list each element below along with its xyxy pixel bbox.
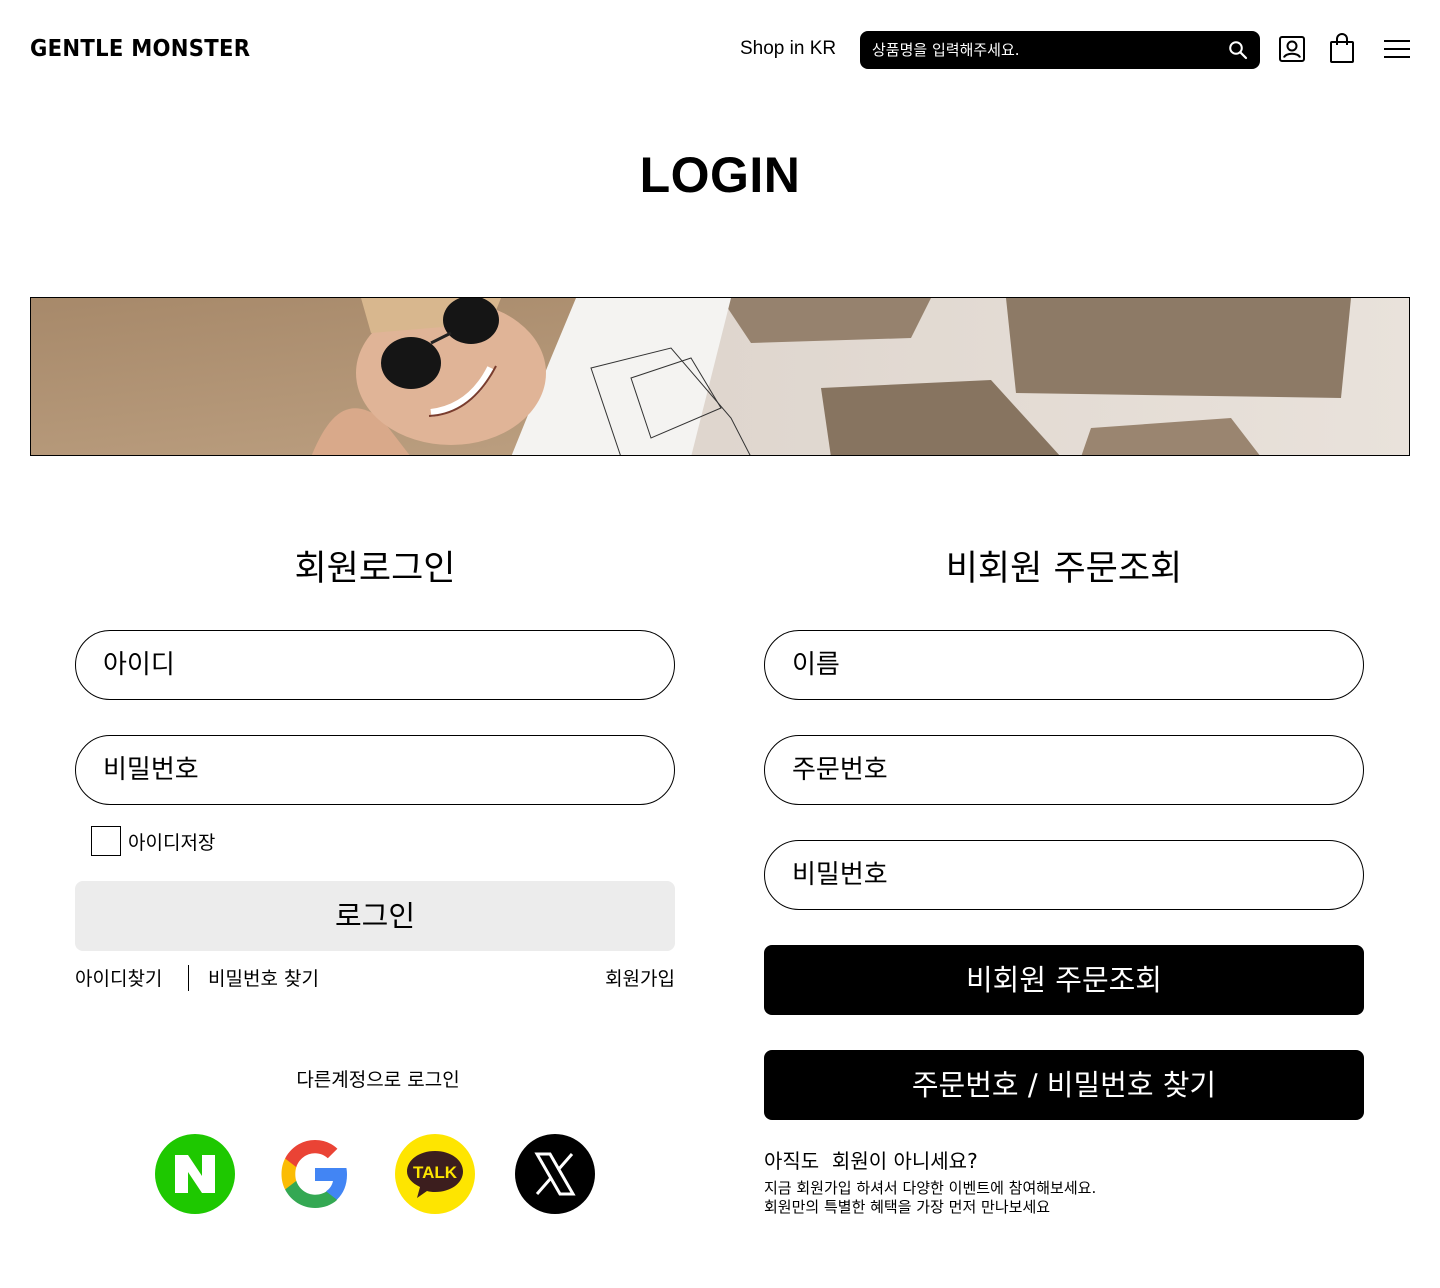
kakao-talk-icon: TALK <box>407 1151 463 1198</box>
member-login-title: 회원로그인 <box>294 549 456 589</box>
find-password-link[interactable]: 비밀번호 찾기 <box>208 964 319 991</box>
google-login-button[interactable] <box>275 1134 355 1214</box>
naver-login-button[interactable] <box>155 1134 235 1214</box>
shop-region-link[interactable]: Shop in KR <box>740 38 836 60</box>
signup-link[interactable]: 회원가입 <box>605 964 675 991</box>
name-field[interactable] <box>764 630 1364 700</box>
guest-order-title: 비회원 주문조회 <box>945 549 1183 589</box>
find-id-link[interactable]: 아이디찾기 <box>75 964 162 991</box>
search-icon[interactable] <box>1228 40 1248 60</box>
x-login-button[interactable] <box>515 1134 595 1214</box>
order-number-field[interactable] <box>764 735 1364 805</box>
signup-prompt: 아직도 회원이 아니세요? <box>764 1149 978 1173</box>
hamburger-menu-icon[interactable] <box>1382 34 1412 64</box>
other-login-label: 다른계정으로 로그인 <box>296 1069 460 1091</box>
search-input[interactable] <box>872 31 1212 69</box>
link-divider <box>188 965 189 991</box>
password-field[interactable] <box>75 735 675 805</box>
x-icon <box>534 1152 576 1196</box>
remember-id-label: 아이디저장 <box>128 832 216 854</box>
signup-promo-line2: 회원만의 특별한 혜택을 가장 먼저 만나보세요 <box>764 1198 1051 1216</box>
google-icon <box>281 1140 347 1208</box>
search-bar[interactable] <box>860 31 1260 69</box>
id-input[interactable] <box>103 631 643 699</box>
guest-password-field[interactable] <box>764 840 1364 910</box>
shopping-bag-icon[interactable] <box>1327 33 1357 63</box>
brand-logo[interactable]: GENTLE MONSTER <box>30 36 250 62</box>
user-icon[interactable] <box>1277 34 1307 64</box>
naver-icon <box>175 1155 215 1193</box>
banner-photo <box>31 298 1409 455</box>
guest-password-input[interactable] <box>792 841 1332 909</box>
svg-text:TALK: TALK <box>413 1163 458 1182</box>
find-order-password-button[interactable]: 주문번호 / 비밀번호 찾기 <box>764 1050 1364 1120</box>
account-links: 아이디찾기 비밀번호 찾기 회원가입 <box>75 964 675 992</box>
id-field[interactable] <box>75 630 675 700</box>
login-button[interactable]: 로그인 <box>75 881 675 951</box>
order-number-input[interactable] <box>792 736 1332 804</box>
password-input[interactable] <box>103 736 643 804</box>
banner-image <box>30 297 1410 456</box>
name-input[interactable] <box>792 631 1332 699</box>
kakao-login-button[interactable]: TALK <box>395 1134 475 1214</box>
guest-order-lookup-button[interactable]: 비회원 주문조회 <box>764 945 1364 1015</box>
page-title: LOGIN <box>639 147 801 203</box>
signup-promo-line1: 지금 회원가입 하셔서 다양한 이벤트에 참여해보세요. <box>764 1179 1097 1197</box>
site-header: GENTLE MONSTER Shop in KR <box>0 0 1440 100</box>
remember-id-checkbox[interactable] <box>91 826 121 856</box>
